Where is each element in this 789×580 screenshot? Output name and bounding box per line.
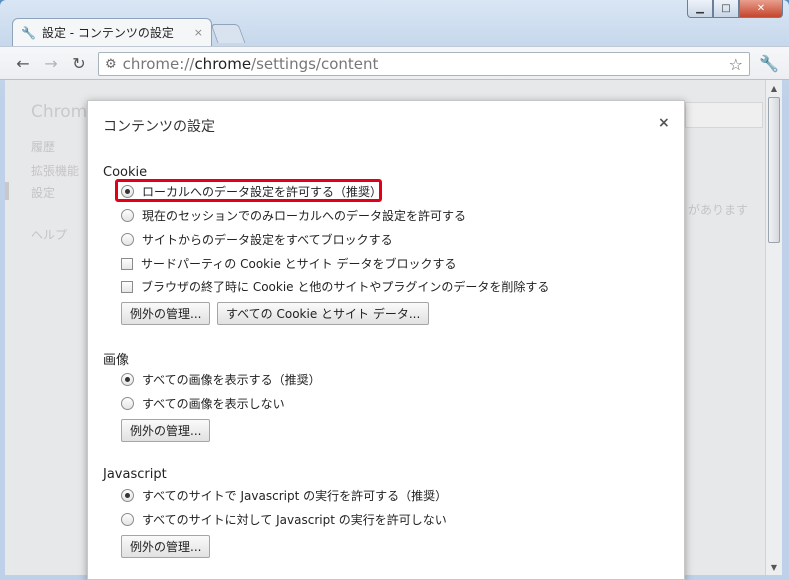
star-icon[interactable]: ☆ (729, 55, 743, 74)
settings-search-field[interactable] (685, 102, 763, 128)
maximize-button[interactable]: □ (713, 0, 739, 18)
tab-close-icon[interactable]: × (194, 26, 203, 39)
radio-label: サイトからのデータ設定をすべてブロックする (142, 233, 393, 247)
scroll-down-icon[interactable]: ▼ (766, 559, 782, 575)
radio-unchecked[interactable] (121, 513, 134, 526)
forward-arrow-icon[interactable]: → (40, 52, 62, 74)
radio-show-all-images[interactable]: すべての画像を表示する（推奨） (121, 371, 321, 388)
background-text: があります (688, 203, 749, 217)
radio-unchecked[interactable] (121, 397, 134, 410)
radio-checked[interactable] (121, 489, 134, 502)
all-cookies-button[interactable]: すべての Cookie とサイト データ... (217, 302, 430, 325)
cookie-exceptions-button[interactable]: 例外の管理... (121, 302, 211, 325)
nav-selected-marker (5, 182, 9, 200)
cookie-section-title: Cookie (103, 165, 148, 180)
radio-checked[interactable] (121, 185, 134, 198)
nav-item-settings[interactable]: 設定 (31, 184, 55, 201)
dialog-close-icon[interactable]: × (658, 115, 670, 131)
address-bar[interactable]: ⚙ chrome://chrome/settings/content ☆ (98, 52, 750, 76)
radio-unchecked[interactable] (121, 209, 134, 222)
checkbox-label: ブラウザの終了時に Cookie と他のサイトやプラグインのデータを削除する (141, 280, 550, 294)
radio-block-javascript[interactable]: すべてのサイトに対して Javascript の実行を許可しない (121, 511, 447, 528)
radio-unchecked[interactable] (121, 233, 134, 246)
images-section-title: 画像 (103, 353, 130, 368)
tab-settings[interactable]: 🔧 設定 - コンテンツの設定 × (12, 18, 212, 46)
nav-item-history[interactable]: 履歴 (31, 138, 55, 155)
tab-title: 設定 - コンテンツの設定 (41, 26, 174, 40)
radio-session-only[interactable]: 現在のセッションでのみローカルへのデータ設定を許可する (121, 207, 466, 224)
radio-allow-local-data[interactable]: ローカルへのデータ設定を許可する（推奨） (121, 183, 382, 200)
radio-checked[interactable] (121, 373, 134, 386)
images-exceptions-button[interactable]: 例外の管理... (121, 419, 211, 442)
radio-allow-javascript[interactable]: すべてのサイトで Javascript の実行を許可する（推奨） (121, 487, 447, 504)
javascript-exceptions-button[interactable]: 例外の管理... (121, 535, 211, 558)
minimize-button[interactable]: ▁ (687, 0, 713, 18)
radio-label: 現在のセッションでのみローカルへのデータ設定を許可する (142, 209, 467, 223)
nav-item-extensions[interactable]: 拡張機能 (31, 162, 79, 179)
radio-show-no-images[interactable]: すべての画像を表示しない (121, 395, 285, 412)
back-arrow-icon[interactable]: ← (12, 52, 34, 74)
checkbox-label: サードパーティの Cookie とサイト データをブロックする (141, 257, 457, 271)
new-tab-button[interactable] (210, 24, 246, 43)
scrollbar-thumb[interactable] (768, 97, 780, 243)
content-settings-dialog: コンテンツの設定 × Cookie ローカルへのデータ設定を許可する（推奨） 現… (87, 100, 685, 580)
radio-label: すべての画像を表示する（推奨） (142, 373, 321, 387)
radio-label: すべてのサイトで Javascript の実行を許可する（推奨） (142, 489, 448, 503)
radio-block-all[interactable]: サイトからのデータ設定をすべてブロックする (121, 231, 393, 248)
dialog-title: コンテンツの設定 (103, 119, 215, 135)
wrench-icon: 🔧 (21, 25, 36, 40)
wrench-menu-icon[interactable]: 🔧 (759, 54, 779, 73)
javascript-section-title: Javascript (103, 467, 167, 482)
checkbox[interactable] (121, 257, 133, 270)
checkbox-block-third-party[interactable]: サードパーティの Cookie とサイト データをブロックする (121, 255, 456, 272)
page-icon: ⚙ (105, 56, 117, 72)
close-window-button[interactable]: ✕ (739, 0, 783, 18)
radio-label: すべてのサイトに対して Javascript の実行を許可しない (142, 513, 447, 527)
page-title: Chrom (31, 102, 88, 122)
nav-item-help[interactable]: ヘルプ (31, 226, 67, 243)
radio-label: すべての画像を表示しない (142, 397, 285, 411)
reload-icon[interactable]: ↻ (68, 52, 90, 74)
vertical-scrollbar[interactable]: ▲ ▼ (765, 80, 782, 575)
window-controls: ▁ □ ✕ (687, 0, 783, 18)
scroll-up-icon[interactable]: ▲ (766, 80, 782, 96)
toolbar: ← → ↻ ⚙ chrome://chrome/settings/content… (0, 46, 789, 80)
browser-window: ▁ □ ✕ 🔧 設定 - コンテンツの設定 × ← → ↻ ⚙ chrome:/… (0, 0, 789, 580)
checkbox[interactable] (121, 280, 133, 293)
url-text: chrome://chrome/settings/content (122, 55, 379, 73)
radio-label: ローカルへのデータ設定を許可する（推奨） (142, 185, 383, 199)
checkbox-clear-on-exit[interactable]: ブラウザの終了時に Cookie と他のサイトやプラグインのデータを削除する (121, 278, 549, 295)
